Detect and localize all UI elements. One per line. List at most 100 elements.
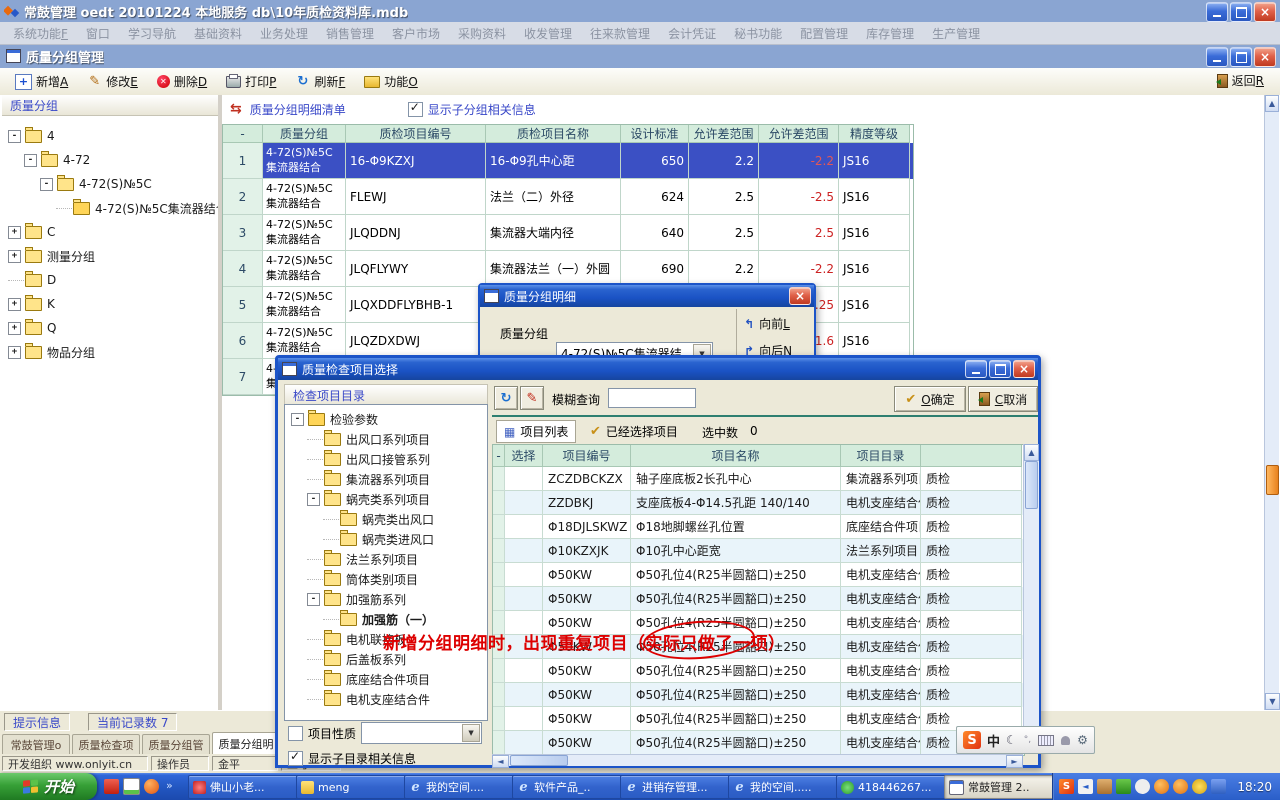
menu-item[interactable]: 系统功能F: [4, 25, 77, 42]
sogou-logo-icon[interactable]: S: [963, 731, 981, 749]
scroll-left-icon[interactable]: ◄: [492, 755, 509, 768]
window-tab[interactable]: 质量检查项: [72, 734, 140, 754]
tab-item-list[interactable]: ▦ 项目列表: [496, 420, 576, 443]
taskbar-task[interactable]: 我的空间.....: [728, 775, 840, 799]
picture-icon[interactable]: [123, 778, 140, 795]
catalog-tree-node[interactable]: 集流器系列项目: [285, 469, 487, 489]
catalog-tree-node[interactable]: -加强筋系列: [285, 589, 487, 609]
select-cell[interactable]: [505, 539, 543, 563]
scroll-down-icon[interactable]: ▼: [1265, 693, 1280, 710]
item-row[interactable]: Φ18DJLSKWZΦ18地脚螺丝孔位置底座结合件项目质检: [493, 515, 1024, 539]
items-vscrollbar[interactable]: ▲ ▼: [1023, 444, 1039, 754]
taskbar-task[interactable]: 我的空间....: [404, 775, 516, 799]
toolbar-button[interactable]: 修改E: [82, 71, 146, 92]
tree-expander-icon[interactable]: +: [8, 322, 21, 335]
group-tree-node[interactable]: +Q: [2, 316, 218, 340]
ime-bar[interactable]: S 中: [956, 726, 1095, 754]
select-cell[interactable]: [505, 515, 543, 539]
menu-item[interactable]: 窗口: [77, 25, 119, 42]
detail-row[interactable]: 34-72(S)№5C集流器结合JLQDDNJ集流器大端内径6402.52.5J…: [223, 215, 913, 251]
detail-row[interactable]: 14-72(S)№5C集流器结合16-Φ9KZXJ16-Φ9孔中心距6502.2…: [223, 143, 913, 179]
child-close-button[interactable]: ×: [1254, 47, 1276, 67]
restore-button[interactable]: [1230, 2, 1252, 22]
catalog-tree-node[interactable]: 电机支座结合件: [285, 689, 487, 709]
cancel-button[interactable]: C取消: [968, 386, 1038, 412]
menu-item[interactable]: 业务处理: [251, 25, 317, 42]
child-minimize-button[interactable]: [1206, 47, 1228, 67]
catalog-tree-node[interactable]: 出风口系列项目: [285, 429, 487, 449]
group-tree-node[interactable]: -4-72(S)№5C: [2, 172, 218, 196]
catalog-tree-node[interactable]: 加强筋（一）: [285, 609, 487, 629]
menu-item[interactable]: 库存管理: [857, 25, 923, 42]
tree-expander-icon[interactable]: -: [291, 413, 304, 426]
select-cell[interactable]: [505, 467, 543, 491]
punct-icon[interactable]: [1024, 735, 1031, 745]
toolbar-button[interactable]: 打印P: [221, 71, 284, 92]
tree-expander-icon[interactable]: -: [307, 593, 320, 606]
items-hscrollbar[interactable]: ◄ ►: [492, 754, 1023, 766]
menu-item[interactable]: 生产管理: [923, 25, 989, 42]
tree-expander-icon[interactable]: -: [307, 493, 320, 506]
select-cell[interactable]: [505, 731, 543, 755]
child-maximize-button[interactable]: [1230, 47, 1252, 67]
item-row[interactable]: Φ50KWΦ50孔位4(R25半圆豁口)±250电机支座结合件质检: [493, 587, 1024, 611]
dialog-maximize-icon[interactable]: [989, 360, 1011, 378]
tree-expander-icon[interactable]: -: [40, 178, 53, 191]
wrench-icon[interactable]: [1077, 733, 1088, 747]
catalog-tree-node[interactable]: 出风口接管系列: [285, 449, 487, 469]
qq-icon[interactable]: [1154, 779, 1169, 794]
tab-selected-items[interactable]: ✔ 已经选择项目: [590, 423, 678, 440]
scroll-up-icon[interactable]: ▲: [1265, 95, 1279, 112]
taskbar-task[interactable]: meng: [296, 775, 408, 799]
media-icon[interactable]: [1078, 779, 1093, 794]
show-related-checkbox[interactable]: [408, 102, 423, 117]
browser-icon[interactable]: [144, 779, 159, 794]
status-icon[interactable]: [1192, 779, 1207, 794]
toolbar-button[interactable]: 功能O: [359, 71, 425, 92]
scroll-up-icon[interactable]: ▲: [1024, 444, 1039, 461]
item-row[interactable]: ZZDBKJ支座底板4-Φ14.5孔距 140/140电机支座结合件质检: [493, 491, 1024, 515]
chevron-down-icon[interactable]: ▼: [462, 724, 480, 742]
select-cell[interactable]: [505, 587, 543, 611]
select-cell[interactable]: [505, 659, 543, 683]
sogou-tray-icon[interactable]: [1059, 779, 1074, 794]
group-tree-node[interactable]: -4: [2, 124, 218, 148]
menu-item[interactable]: 配置管理: [791, 25, 857, 42]
tree-expander-icon[interactable]: +: [8, 250, 21, 263]
item-row[interactable]: Φ50KWΦ50孔位4(R25半圆豁口)±250电机支座结合件质检: [493, 707, 1024, 731]
catalog-tree-node[interactable]: 底座结合件项目: [285, 669, 487, 689]
ime-mode-label[interactable]: 中: [987, 731, 1000, 750]
select-cell[interactable]: [505, 491, 543, 515]
catalog-tree-node[interactable]: -蜗壳类系列项目: [285, 489, 487, 509]
item-row[interactable]: Φ50KWΦ50孔位4(R25半圆豁口)±250电机支座结合件质检: [493, 659, 1024, 683]
select-cell[interactable]: [505, 563, 543, 587]
select-cell[interactable]: [505, 707, 543, 731]
taskbar-task[interactable]: 常鼓管理 2..: [944, 775, 1056, 799]
ok-button[interactable]: ✔ O确定: [894, 386, 966, 412]
menu-item[interactable]: 秘书功能: [725, 25, 791, 42]
group-tree-node[interactable]: +测量分组: [2, 244, 218, 268]
group-tree-node[interactable]: +C: [2, 220, 218, 244]
tree-expander-icon[interactable]: -: [24, 154, 37, 167]
window-tab[interactable]: 质量分组管: [142, 734, 210, 754]
refresh-button[interactable]: [494, 386, 518, 410]
window-tab[interactable]: 质量分组明: [212, 732, 280, 754]
group-tree-node[interactable]: +物品分组: [2, 340, 218, 364]
taskbar-task[interactable]: 佛山小老...: [188, 775, 300, 799]
detail-row[interactable]: 24-72(S)№5C集流器结合FLEWJ法兰（二）外径6242.5-2.5JS…: [223, 179, 913, 215]
menu-item[interactable]: 学习导航: [119, 25, 185, 42]
qq-icon[interactable]: [1173, 779, 1188, 794]
menu-item[interactable]: 基础资料: [185, 25, 251, 42]
package-icon[interactable]: [1097, 779, 1112, 794]
group-tree-node[interactable]: +K: [2, 292, 218, 316]
menu-item[interactable]: 采购资料: [449, 25, 515, 42]
item-row[interactable]: Φ50KWΦ50孔位4(R25半圆豁口)±250电机支座结合件质检: [493, 731, 1024, 755]
close-button[interactable]: ×: [1254, 2, 1276, 22]
item-row[interactable]: ZCZDBCKZX轴子座底板2长孔中心集流器系列项目质检: [493, 467, 1024, 491]
item-row[interactable]: Φ50KWΦ50孔位4(R25半圆豁口)±250电机支座结合件质检: [493, 563, 1024, 587]
tree-expander-icon[interactable]: -: [8, 130, 21, 143]
catalog-tree-node[interactable]: -检验参数: [285, 409, 487, 429]
toolbar-button[interactable]: 删除D: [152, 71, 215, 92]
taskbar-task[interactable]: 进销存管理...: [620, 775, 732, 799]
taskbar-task[interactable]: 软件产品_..: [512, 775, 624, 799]
